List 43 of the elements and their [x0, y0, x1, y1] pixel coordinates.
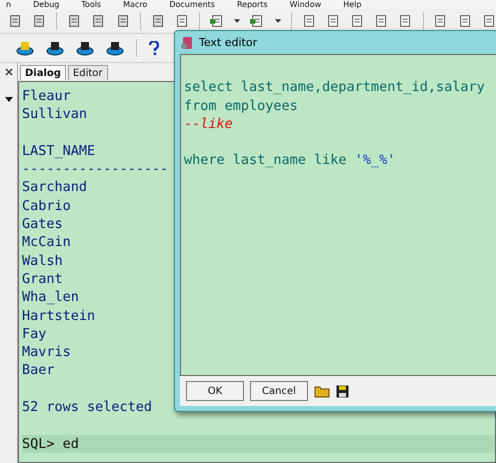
- caret-icon[interactable]: [234, 19, 240, 23]
- menu-item[interactable]: Debug: [33, 0, 60, 9]
- code-line: select last_name,department_id,salary: [184, 79, 485, 96]
- menu-item[interactable]: Window: [290, 0, 322, 9]
- output-line: Wha_len: [22, 289, 79, 306]
- help-icon[interactable]: [149, 41, 159, 55]
- output-line: Grant: [22, 270, 63, 287]
- output-line: Gates: [22, 216, 63, 232]
- code-line: where last_name like '%_%': [184, 152, 396, 168]
- menu-item[interactable]: Help: [343, 0, 362, 9]
- output-line: 52 rows selected: [22, 399, 152, 416]
- code-editor[interactable]: select last_name,department_id,salary from employees --like where last_name like '%_%': [180, 54, 496, 376]
- code-line: --like: [184, 116, 233, 132]
- output-line: Baer: [22, 362, 55, 378]
- output-line: McCain: [22, 234, 71, 250]
- tab[interactable]: Dialog: [20, 65, 66, 80]
- menu-item[interactable]: Tools: [81, 0, 102, 9]
- menu-item[interactable]: Macro: [123, 0, 148, 9]
- output-line: Walsh: [22, 252, 63, 269]
- output-line: Hartstein: [22, 308, 96, 324]
- menu-item[interactable]: Documents: [169, 0, 215, 9]
- output-line: LAST_NAME: [22, 142, 96, 159]
- close-icon[interactable]: [4, 67, 14, 77]
- document-icon[interactable]: [374, 13, 388, 29]
- output-line: Fleaur: [22, 88, 71, 104]
- window-title: Text editor: [199, 36, 258, 49]
- caret-icon[interactable]: [274, 19, 281, 23]
- dialog-button[interactable]: Cancel: [250, 381, 308, 401]
- code-line: from employees: [184, 98, 298, 114]
- command-prompt: SQL> ed: [22, 436, 79, 452]
- dialog-button[interactable]: OK: [186, 381, 244, 401]
- output-line: Sullivan: [22, 106, 88, 122]
- menu-item[interactable]: Reports: [236, 0, 268, 9]
- output-line: ------------------: [22, 161, 168, 178]
- dropdown-arrow-icon[interactable]: [4, 97, 12, 102]
- output-line: Cabrio: [22, 198, 71, 214]
- menu-item[interactable]: n: [6, 0, 12, 9]
- output-line: Fay: [22, 326, 46, 342]
- tab[interactable]: Editor: [68, 65, 108, 80]
- document-icon[interactable]: [398, 13, 413, 29]
- folder-icon[interactable]: [314, 384, 330, 398]
- output-line: Sarchand: [22, 179, 88, 196]
- output-line: Mavris: [22, 344, 71, 360]
